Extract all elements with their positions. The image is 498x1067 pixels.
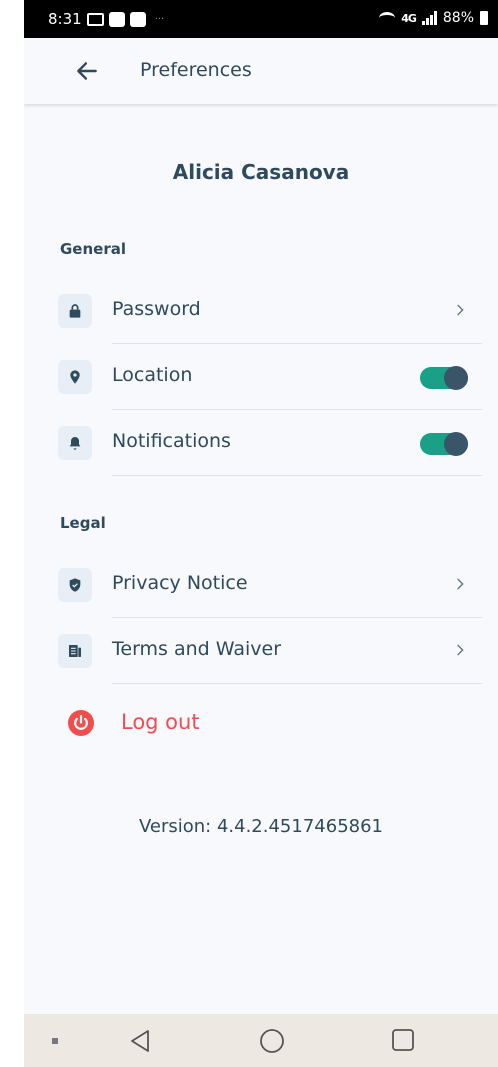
toggle-knob bbox=[444, 432, 468, 456]
section-title-general: General bbox=[60, 240, 126, 258]
back-triangle-icon[interactable] bbox=[128, 1028, 152, 1054]
divider bbox=[112, 683, 482, 684]
shield-check-icon bbox=[69, 578, 81, 592]
lock-icon bbox=[69, 304, 81, 318]
terms-waiver-row[interactable]: Terms and Waiver bbox=[24, 618, 498, 684]
logout-button[interactable]: Log out bbox=[24, 698, 498, 754]
notifications-toggle[interactable] bbox=[420, 432, 468, 456]
status-time: 8:31 bbox=[48, 10, 82, 28]
privacy-icon-box bbox=[58, 568, 92, 602]
document-icon bbox=[69, 645, 81, 657]
logout-label: Log out bbox=[121, 710, 200, 734]
message-notification-icon bbox=[86, 12, 104, 26]
page-title: Preferences bbox=[140, 59, 252, 81]
toggle-knob bbox=[444, 366, 468, 390]
app-screen: 8:31 ··· 4G 88% Preferences Alicia Casan… bbox=[24, 0, 498, 1067]
back-button[interactable] bbox=[74, 58, 100, 84]
arrow-left-icon bbox=[77, 62, 97, 80]
nav-indicator-icon bbox=[52, 1038, 58, 1044]
signal-icon bbox=[421, 11, 437, 25]
terms-waiver-label: Terms and Waiver bbox=[112, 638, 282, 660]
bell-icon bbox=[69, 437, 81, 450]
status-bar: 8:31 ··· 4G 88% bbox=[24, 0, 498, 38]
power-icon bbox=[68, 710, 94, 736]
home-circle-icon[interactable] bbox=[259, 1028, 285, 1054]
system-nav-bar bbox=[24, 1014, 498, 1067]
password-row[interactable]: Password bbox=[24, 278, 498, 344]
battery-icon bbox=[480, 11, 488, 25]
app-notification-icon bbox=[129, 11, 146, 27]
divider bbox=[112, 475, 482, 476]
location-row[interactable]: Location bbox=[24, 344, 498, 410]
notifications-row[interactable]: Notifications bbox=[24, 410, 498, 476]
network-type: 4G bbox=[401, 11, 417, 25]
app-version: Version: 4.4.2.4517465861 bbox=[138, 816, 384, 837]
location-icon-box bbox=[58, 360, 92, 394]
notifications-label: Notifications bbox=[112, 430, 231, 452]
more-notifications-icon: ··· bbox=[154, 13, 165, 25]
privacy-notice-row[interactable]: Privacy Notice bbox=[24, 552, 498, 618]
app-header: Preferences bbox=[24, 38, 498, 104]
chevron-right-icon bbox=[457, 644, 464, 656]
password-label: Password bbox=[112, 298, 201, 320]
notifications-icon-box bbox=[58, 426, 92, 460]
user-name: Alicia Casanova bbox=[172, 160, 350, 184]
wifi-icon bbox=[379, 12, 396, 24]
chevron-right-icon bbox=[457, 304, 464, 316]
location-label: Location bbox=[112, 364, 193, 386]
location-pin-icon bbox=[70, 370, 80, 384]
section-title-legal: Legal bbox=[60, 514, 106, 532]
privacy-notice-label: Privacy Notice bbox=[112, 572, 248, 594]
battery-percent: 88% bbox=[442, 10, 474, 26]
app-notification-icon bbox=[108, 11, 125, 27]
chevron-right-icon bbox=[457, 578, 464, 590]
location-toggle[interactable] bbox=[420, 366, 468, 390]
password-icon-box bbox=[58, 294, 92, 328]
recents-square-icon[interactable] bbox=[391, 1028, 415, 1052]
terms-icon-box bbox=[58, 634, 92, 668]
